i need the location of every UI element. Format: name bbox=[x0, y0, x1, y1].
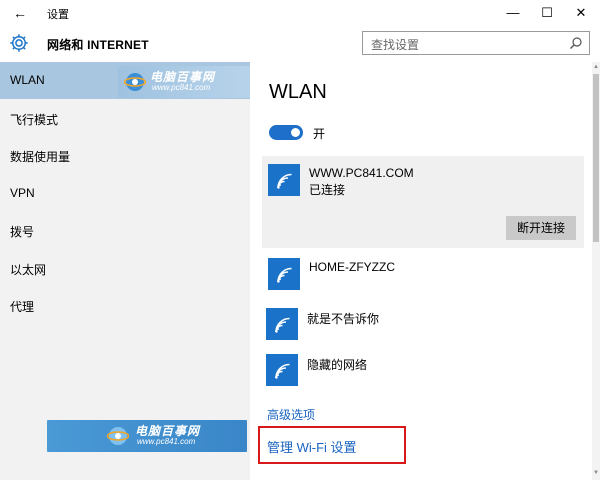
watermark-url: www.pc841.com bbox=[152, 83, 211, 92]
manage-wifi-settings-link[interactable]: 管理 Wi-Fi 设置 bbox=[267, 437, 357, 456]
sidebar-item-data-usage[interactable]: 数据使用量 bbox=[0, 137, 250, 174]
advanced-options-link[interactable]: 高级选项 bbox=[267, 406, 315, 423]
back-arrow-icon: ← bbox=[13, 5, 27, 21]
network-status: 已连接 bbox=[309, 183, 346, 197]
search-icon[interactable] bbox=[569, 36, 583, 50]
network-name: WWW.PC841.COM bbox=[309, 166, 414, 180]
close-button[interactable]: ✕ bbox=[564, 0, 598, 26]
network-name: 隐藏的网络 bbox=[307, 358, 368, 372]
sidebar-item-label: 飞行模式 bbox=[10, 113, 59, 127]
sidebar-item-dial-up[interactable]: 拨号 bbox=[0, 212, 250, 249]
minimize-icon: — bbox=[506, 5, 520, 20]
network-item[interactable]: 就是不告诉你 bbox=[262, 304, 584, 348]
sidebar: WLAN 飞行模式 数据使用量 VPN 拨号 以太网 代理 电脑百事网 www.… bbox=[0, 62, 250, 480]
toggle-label: 开 bbox=[313, 127, 326, 141]
sidebar-item-label: WLAN bbox=[10, 73, 45, 87]
toggle-knob bbox=[291, 128, 300, 137]
search-input[interactable]: 查找设置 bbox=[362, 31, 590, 55]
gear-icon bbox=[10, 34, 28, 52]
wifi-secured-icon bbox=[266, 308, 298, 340]
section-title: 网络和 INTERNET bbox=[47, 38, 149, 52]
site-logo-icon bbox=[124, 73, 146, 91]
sidebar-item-label: 以太网 bbox=[10, 263, 47, 277]
close-icon: ✕ bbox=[575, 5, 587, 20]
page-header: 网络和 INTERNET 查找设置 bbox=[0, 26, 600, 62]
scroll-down-icon[interactable]: ▼ bbox=[592, 468, 600, 478]
sidebar-item-label: 数据使用量 bbox=[10, 150, 71, 164]
wifi-hidden-icon bbox=[266, 354, 298, 386]
scrollbar-thumb[interactable] bbox=[593, 74, 599, 242]
network-name: 就是不告诉你 bbox=[307, 312, 380, 326]
network-item[interactable]: 隐藏的网络 bbox=[262, 350, 584, 394]
wlan-toggle[interactable] bbox=[269, 125, 303, 140]
maximize-button[interactable]: ☐ bbox=[530, 0, 564, 26]
sidebar-item-ethernet[interactable]: 以太网 bbox=[0, 250, 250, 287]
minimize-button[interactable]: — bbox=[496, 0, 530, 26]
sidebar-item-label: 拨号 bbox=[10, 225, 35, 239]
wifi-icon bbox=[268, 258, 300, 290]
maximize-icon: ☐ bbox=[541, 5, 553, 20]
site-logo-icon bbox=[107, 427, 129, 445]
back-button[interactable]: ← bbox=[10, 3, 30, 23]
search-placeholder: 查找设置 bbox=[371, 38, 420, 52]
watermark-banner: 电脑百事网 www.pc841.com bbox=[47, 420, 247, 452]
window-title: 设置 bbox=[47, 9, 69, 21]
wifi-icon bbox=[268, 164, 300, 196]
disconnect-button[interactable]: 断开连接 bbox=[506, 216, 576, 240]
page-title: WLAN bbox=[269, 81, 327, 103]
network-item-connected[interactable]: WWW.PC841.COM 已连接 断开连接 bbox=[262, 156, 584, 248]
sidebar-item-vpn[interactable]: VPN bbox=[0, 175, 250, 212]
sidebar-item-label: 代理 bbox=[10, 300, 35, 314]
sidebar-item-airplane-mode[interactable]: 飞行模式 bbox=[0, 100, 250, 137]
network-item[interactable]: HOME-ZFYZZC bbox=[262, 254, 584, 298]
watermark-logo: 电脑百事网 www.pc841.com bbox=[118, 66, 250, 98]
main-content: WLAN 开 WWW.PC841.COM 已连接 断开连接 HOME-ZFYZZ… bbox=[250, 62, 600, 480]
sidebar-item-proxy[interactable]: 代理 bbox=[0, 287, 250, 324]
sidebar-item-label: VPN bbox=[10, 186, 35, 200]
network-name: HOME-ZFYZZC bbox=[309, 260, 395, 274]
title-bar: ← 设置 — ☐ ✕ bbox=[0, 0, 600, 26]
scroll-up-icon[interactable]: ▲ bbox=[592, 62, 600, 72]
watermark-url: www.pc841.com bbox=[137, 437, 196, 446]
